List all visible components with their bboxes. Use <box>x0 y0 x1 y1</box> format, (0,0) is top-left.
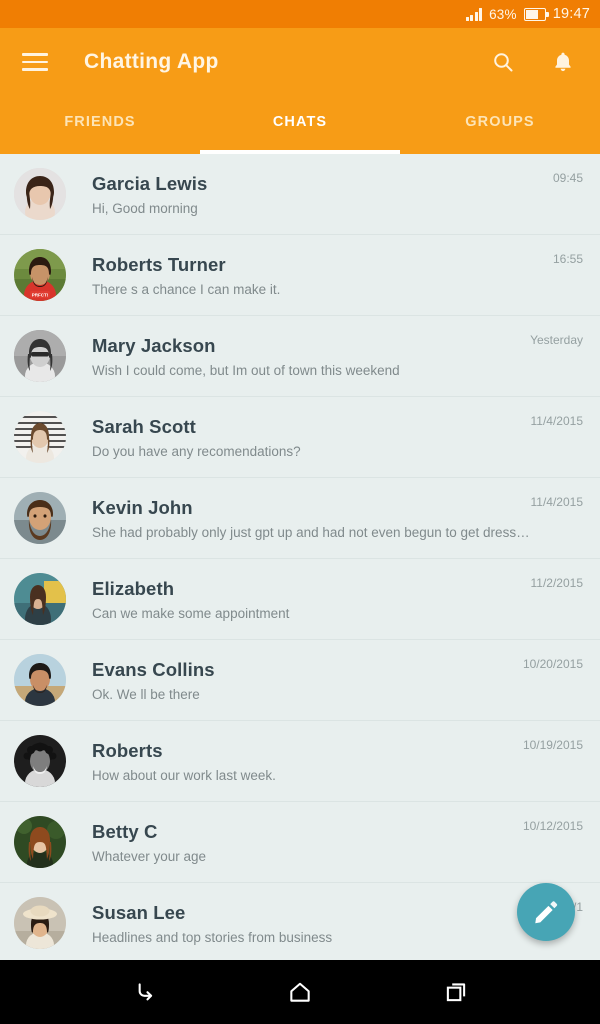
chat-name: Evans Collins <box>92 659 215 681</box>
chat-message: Headlines and top stories from business <box>92 929 333 945</box>
battery-percent-label: 63% <box>489 6 517 22</box>
chat-item-text: Susan Lee Headlines and top stories from… <box>66 901 560 944</box>
avatar <box>14 573 66 625</box>
chat-message: Ok. We ll be there <box>92 686 200 702</box>
chat-item-text: Elizabeth Can we make some appointment <box>66 577 531 620</box>
chat-item-text: Roberts How about our work last week. <box>66 739 523 782</box>
chat-timestamp: 10/19/2015 <box>522 738 583 752</box>
svg-text:PRFCT!: PRFCT! <box>32 293 49 298</box>
chat-item-text: Kevin John She had probably only just gp… <box>66 496 531 539</box>
chat-list-item[interactable]: Elizabeth Can we make some appointment 1… <box>0 559 600 640</box>
chat-timestamp: 11/4/2015 <box>530 495 584 509</box>
avatar <box>14 735 66 787</box>
chat-name: Roberts <box>92 740 163 762</box>
chat-item-text: Betty C Whatever your age <box>66 820 523 863</box>
chat-name: Garcia Lewis <box>92 173 208 195</box>
chat-name: Sarah Scott <box>92 416 196 438</box>
chat-name: Betty C <box>92 821 158 843</box>
chat-name: Roberts Turner <box>92 254 226 276</box>
signal-bars-icon <box>465 7 483 21</box>
chat-item-text: Roberts Turner There s a chance I can ma… <box>66 253 553 296</box>
status-bar-clock: 19:47 <box>552 6 590 22</box>
chat-item-text: Sarah Scott Do you have any recomendatio… <box>66 415 531 458</box>
chat-item-text: Garcia Lewis Hi, Good morning <box>66 172 553 215</box>
tab-groups[interactable]: GROUPS <box>400 96 600 154</box>
chat-timestamp: 11/4/2015 <box>530 414 584 428</box>
avatar <box>14 330 66 382</box>
avatar <box>14 654 66 706</box>
chat-name: Mary Jackson <box>92 335 216 357</box>
app-bar-actions <box>488 47 578 77</box>
chat-message: Wish I could come, but Im out of town th… <box>92 362 400 378</box>
chat-list-item[interactable]: Garcia Lewis Hi, Good morning 09:45 <box>0 154 600 235</box>
battery-icon <box>523 7 549 21</box>
chat-message: Can we make some appointment <box>92 605 290 621</box>
tab-friends[interactable]: FRIENDS <box>0 96 200 154</box>
tab-chats[interactable]: CHATS <box>200 96 400 154</box>
chat-timestamp: 11/2/2015 <box>530 576 584 590</box>
chat-list-item[interactable]: Roberts How about our work last week. 10… <box>0 721 600 802</box>
chat-item-text: Mary Jackson Wish I could come, but Im o… <box>66 334 530 377</box>
chat-list-item[interactable]: Evans Collins Ok. We ll be there 10/20/2… <box>0 640 600 721</box>
chat-timestamp: 10/20/2015 <box>522 657 583 671</box>
chat-message: Whatever your age <box>92 848 207 864</box>
chat-list-item[interactable]: PRFCT! Roberts Turner There s a chance I… <box>0 235 600 316</box>
app-title: Chatting App <box>84 50 219 73</box>
chat-timestamp: 09:45 <box>552 171 583 185</box>
chat-timestamp: Yesterday <box>530 333 583 347</box>
chat-message: Hi, Good morning <box>92 200 198 216</box>
chat-list-item[interactable]: Sarah Scott Do you have any recomendatio… <box>0 397 600 478</box>
chat-message: She had probably only just gpt up and ha… <box>92 524 531 540</box>
tab-bar: FRIENDS CHATS GROUPS <box>0 96 600 154</box>
chat-list-item[interactable]: Betty C Whatever your age 10/12/2015 <box>0 802 600 883</box>
chat-message: Do you have any recomendations? <box>92 443 301 459</box>
chat-name: Susan Lee <box>92 902 186 924</box>
app-screen: 63% 19:47 Chatting App FRIENDS CHATS GRO… <box>0 0 600 1024</box>
recent-apps-icon[interactable] <box>434 970 478 1014</box>
back-arrow-icon[interactable] <box>122 970 166 1014</box>
avatar <box>14 816 66 868</box>
android-navigation-bar <box>0 960 600 1024</box>
hamburger-menu-icon[interactable] <box>22 53 48 71</box>
chat-timestamp: 10/12/2015 <box>522 819 583 833</box>
chat-list[interactable]: Garcia Lewis Hi, Good morning 09:45 PRFC… <box>0 154 600 960</box>
status-bar: 63% 19:47 <box>0 0 600 28</box>
chat-list-item[interactable]: Susan Lee Headlines and top stories from… <box>0 883 600 960</box>
edit-pencil-icon <box>535 901 558 924</box>
chat-list-item[interactable]: Mary Jackson Wish I could come, but Im o… <box>0 316 600 397</box>
compose-fab-button[interactable] <box>517 883 575 941</box>
bell-icon[interactable] <box>548 47 578 77</box>
chat-message: How about our work last week. <box>92 767 276 783</box>
chat-name: Kevin John <box>92 497 193 519</box>
search-icon[interactable] <box>488 47 518 77</box>
chat-item-text: Evans Collins Ok. We ll be there <box>66 658 523 701</box>
avatar <box>14 168 66 220</box>
chat-list-item[interactable]: Kevin John She had probably only just gp… <box>0 478 600 559</box>
app-bar: Chatting App <box>0 28 600 96</box>
home-icon[interactable] <box>278 970 322 1014</box>
chat-timestamp: 16:55 <box>552 252 583 266</box>
chat-name: Elizabeth <box>92 578 175 600</box>
avatar <box>14 897 66 949</box>
avatar: PRFCT! <box>14 249 66 301</box>
avatar <box>14 492 66 544</box>
chat-message: There s a chance I can make it. <box>92 281 281 297</box>
avatar <box>14 411 66 463</box>
